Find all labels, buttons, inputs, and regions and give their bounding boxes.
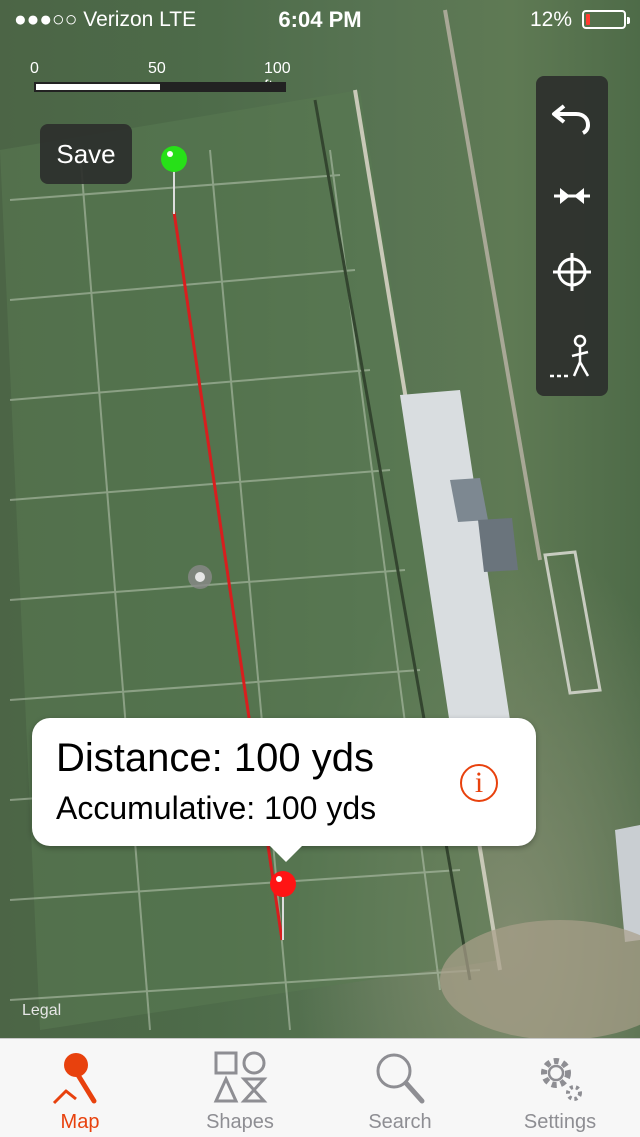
map-toolbar (536, 76, 608, 396)
tab-settings-label: Settings (523, 1111, 597, 1133)
save-button[interactable]: Save (40, 124, 132, 184)
scale-bar: 0 50 100 ft (30, 60, 291, 95)
distance-label: Distance: 100 yds (56, 736, 374, 780)
tab-search-label: Search (368, 1111, 432, 1133)
tab-shapes-label: Shapes (206, 1111, 274, 1133)
tab-settings[interactable]: Settings (480, 1039, 640, 1137)
legal-link[interactable]: Legal (22, 1002, 61, 1020)
tab-bar: Map Shapes Search Settings (0, 1038, 640, 1137)
map-view[interactable]: 0 50 100 ft Save (0, 0, 640, 1038)
accumulative-label: Accumulative: 100 yds (56, 790, 377, 826)
info-icon[interactable]: i (460, 764, 498, 802)
undo-icon (552, 104, 591, 135)
tab-search[interactable]: Search (320, 1039, 480, 1137)
distance-callout[interactable]: Distance: 100 yds Accumulative: 100 yds … (32, 718, 536, 862)
tab-shapes[interactable]: Shapes (160, 1039, 320, 1137)
walking-person-icon (550, 334, 590, 378)
magnifier-icon (376, 1053, 425, 1104)
gear-icon (541, 1058, 582, 1101)
collapse-arrows-icon (554, 188, 590, 204)
map-pin-icon (52, 1053, 97, 1105)
locate-button[interactable] (536, 240, 608, 304)
battery-percent: 12% (529, 8, 572, 31)
shapes-icon (213, 1051, 268, 1103)
crosshair-icon (553, 253, 591, 291)
end-pin[interactable] (270, 871, 296, 897)
status-bar: ●●●○○ Verizon LTE 6:04 PM 12% (0, 0, 640, 40)
scale-label-0: 0 (30, 60, 39, 77)
tab-map[interactable]: Map (0, 1039, 160, 1137)
scale-label-50: 50 (148, 60, 166, 77)
tab-map-label: Map (60, 1111, 100, 1133)
collapse-button[interactable] (536, 164, 608, 228)
start-pin[interactable] (161, 146, 187, 172)
battery-icon (582, 10, 630, 29)
undo-button[interactable] (536, 84, 608, 148)
walk-mode-button[interactable] (536, 324, 608, 388)
